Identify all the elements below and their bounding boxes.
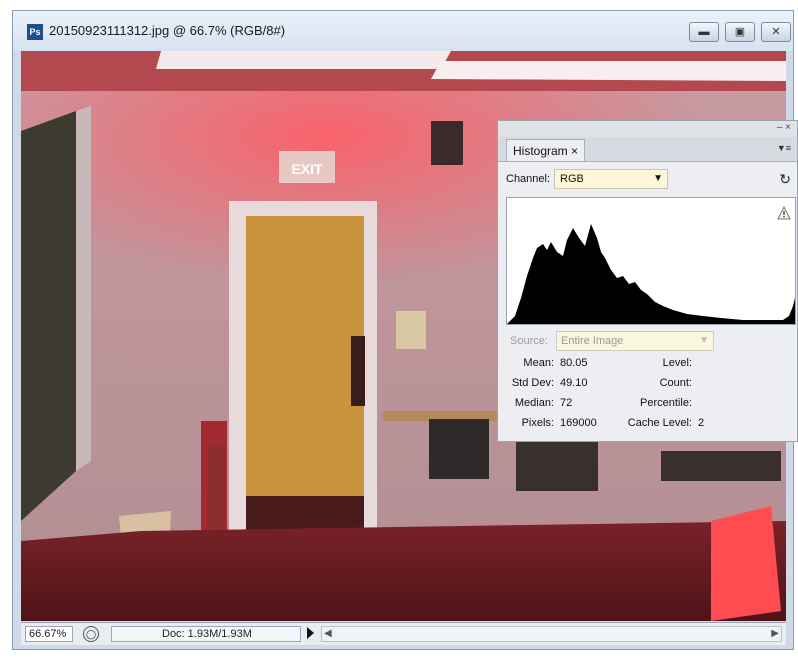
channel-value: RGB	[560, 173, 584, 185]
stat-level: Level:	[614, 357, 698, 369]
pixels-label: Pixels:	[521, 417, 554, 429]
median-value: 72	[560, 397, 573, 409]
percentile-label: Percentile:	[640, 397, 692, 409]
source-select[interactable]: Entire Image ▼	[556, 331, 714, 351]
source-value: Entire Image	[561, 335, 624, 347]
photoshop-icon: Ps	[27, 24, 43, 40]
stat-pixels: Pixels: 169000	[502, 417, 597, 429]
chevron-down-icon: ▼	[699, 335, 709, 346]
refresh-icon[interactable]: ↻	[779, 171, 791, 188]
panel-menu-icon[interactable]: ▼≡	[777, 143, 791, 153]
tab-close-icon[interactable]: ×	[571, 144, 578, 158]
stat-mean: Mean: 80.05	[502, 357, 588, 369]
chevron-down-icon: ▼	[653, 173, 663, 184]
histogram-graph	[506, 197, 796, 325]
cache-level-label: Cache Level:	[627, 417, 692, 429]
panel-tabstrip: Histogram × ▼≡	[498, 137, 797, 162]
count-label: Count:	[659, 377, 692, 389]
stddev-value: 49.10	[560, 377, 588, 389]
pixels-value: 169000	[560, 417, 597, 429]
restore-button[interactable]: ▣	[725, 22, 755, 42]
channel-label: Channel:	[506, 173, 551, 185]
histogram-plot	[507, 224, 795, 324]
histogram-panel: – × Histogram × ▼≡ Channel: RGB ▼ ↻ Sour…	[497, 120, 798, 442]
minimize-button[interactable]: ▬	[689, 22, 719, 42]
stat-median: Median: 72	[502, 397, 572, 409]
status-bar: 66.67% ◯ Doc: 1.93M/1.93M ◀ ▶	[21, 622, 786, 645]
stat-count: Count:	[614, 377, 698, 389]
histogram-shape	[507, 224, 795, 324]
stat-cache-level: Cache Level: 2	[614, 417, 704, 429]
horizontal-scrollbar[interactable]: ◀ ▶	[321, 626, 782, 642]
minimize-icon: ▬	[698, 26, 710, 38]
stat-stddev: Std Dev: 49.10	[502, 377, 588, 389]
tab-histogram-label: Histogram	[513, 144, 568, 158]
title-bar[interactable]: Ps 20150923111312.jpg @ 66.7% (RGB/8#) ▬…	[13, 11, 793, 51]
restore-icon: ▣	[734, 26, 746, 38]
close-icon: ✕	[771, 26, 781, 38]
scroll-left-icon[interactable]: ◀	[324, 627, 332, 641]
status-menu-arrow-icon[interactable]	[307, 627, 314, 639]
mean-label: Mean:	[523, 357, 554, 369]
scroll-right-icon[interactable]: ▶	[771, 627, 779, 641]
panel-header[interactable]: – ×	[498, 121, 797, 137]
channel-select[interactable]: RGB ▼	[554, 169, 668, 189]
status-info-icon[interactable]: ◯	[83, 626, 99, 642]
zoom-level-field[interactable]: 66.67%	[25, 626, 73, 642]
svg-text:EXIT: EXIT	[291, 161, 323, 177]
stddev-label: Std Dev:	[511, 377, 554, 389]
level-label: Level:	[662, 357, 692, 369]
close-button[interactable]: ✕	[761, 22, 791, 42]
cache-level-value: 2	[698, 417, 705, 429]
warning-icon[interactable]	[777, 206, 791, 220]
doc-size-info: Doc: 1.93M/1.93M	[111, 626, 301, 642]
stat-percentile: Percentile:	[614, 397, 698, 409]
median-label: Median:	[514, 397, 554, 409]
document-title: 20150923111312.jpg @ 66.7% (RGB/8#)	[49, 23, 286, 38]
tab-histogram[interactable]: Histogram ×	[506, 139, 586, 161]
panel-collapse-icon[interactable]: – ×	[777, 122, 791, 133]
mean-value: 80.05	[560, 357, 588, 369]
source-label: Source:	[510, 335, 548, 347]
